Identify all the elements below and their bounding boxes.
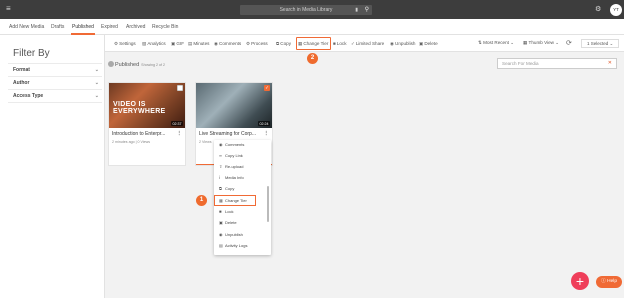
comments-button[interactable]: ◉Comments — [214, 41, 241, 47]
gear-icon[interactable]: ⚙ — [595, 5, 601, 13]
tab-archived[interactable]: Archived — [126, 24, 145, 30]
divider — [8, 102, 102, 103]
divider — [8, 63, 102, 64]
gif-icon: ▣ — [171, 41, 176, 46]
divider — [8, 76, 102, 77]
analytics-button[interactable]: ▧Analytics — [142, 41, 166, 47]
doc-icon: ▤ — [188, 41, 193, 46]
top-bar: ≡ Search in Media Library ▮ ⚲ ⚙ YT — [0, 0, 624, 19]
more-options-icon[interactable]: ⋮ — [177, 131, 183, 137]
filter-title: Filter By — [13, 48, 50, 59]
showing-count: Showing 2 of 2 — [141, 63, 165, 67]
refresh-icon[interactable]: ⟳ — [566, 39, 572, 47]
more-options-icon[interactable]: ⋮ — [264, 131, 270, 137]
selected-count-button[interactable]: 1 Selected ⌄ — [581, 39, 619, 48]
filter-author[interactable]: Author ⌄ — [13, 80, 99, 86]
limited-share-button[interactable]: ✓Limited Share — [351, 41, 384, 47]
tab-published[interactable]: Published — [71, 24, 95, 35]
callout-badge-2: 2 — [307, 53, 318, 64]
select-checkbox[interactable]: ✓ — [264, 85, 270, 91]
filter-label: Author — [13, 80, 30, 86]
process-button[interactable]: ⚙Process — [246, 41, 268, 47]
gif-button[interactable]: ▣GIF — [171, 41, 184, 47]
comment-icon: ◉ — [214, 41, 219, 46]
close-icon[interactable]: ✕ — [608, 59, 612, 68]
video-thumbnail[interactable]: ✓ 02:24 — [196, 83, 272, 128]
add-media-button[interactable]: + — [571, 272, 589, 290]
change-tier-menu-highlight — [214, 195, 256, 206]
menu-item-re-upload[interactable]: ⇧ Re-upload — [219, 164, 243, 169]
delete-button[interactable]: ▣Delete — [419, 41, 438, 47]
media-card[interactable]: VIDEO IS EVERYWHERE 02:37 Introduction t… — [108, 82, 186, 166]
microphone-icon[interactable]: ▮ — [355, 5, 358, 15]
search-for-media-input[interactable]: Search For Media ✕ — [497, 58, 617, 69]
tab-add-new-media[interactable]: Add New Media — [9, 24, 44, 30]
help-button[interactable]: ⓘ Help — [596, 276, 622, 288]
search-placeholder: Search For Media — [502, 61, 539, 66]
filter-label: Format — [13, 67, 30, 73]
chevron-down-icon: ⌄ — [94, 93, 99, 99]
action-toolbar: ⚙Settings ▧Analytics ▣GIF ▤Minutes ◉Comm… — [105, 35, 624, 52]
bar-chart-icon: ▧ — [142, 41, 147, 46]
trash-icon: ▣ — [419, 41, 424, 46]
filter-label: Access Type — [13, 93, 44, 99]
copy-icon: ⧉ — [276, 41, 280, 46]
chevron-down-icon: ⌄ — [554, 40, 560, 45]
menu-item-delete[interactable]: ▣ Delete — [219, 220, 237, 225]
view-dropdown[interactable]: ▦ Thumb View ⌄ — [523, 40, 559, 46]
gear-icon: ⚙ — [246, 41, 251, 46]
menu-icon[interactable]: ≡ — [6, 5, 11, 13]
search-placeholder: Search in Media Library — [279, 7, 333, 13]
share-icon: ✓ — [351, 41, 355, 46]
tab-expired[interactable]: Expired — [101, 24, 118, 30]
card-meta: 2 minutes ago | 0 Views — [112, 140, 151, 144]
media-search-input[interactable]: Search in Media Library ▮ ⚲ — [240, 5, 372, 15]
menu-item-copy-link[interactable]: ∞ Copy Link — [219, 153, 243, 158]
minutes-button[interactable]: ▤Minutes — [188, 41, 209, 47]
status-header: Published Showing 2 of 2 — [108, 61, 165, 68]
gear-icon: ⚙ — [114, 41, 119, 46]
menu-item-comments[interactable]: ◉ Comments — [219, 142, 244, 147]
filter-sidebar: Filter By Format ⌄ Author ⌄ Access Type … — [0, 35, 105, 298]
avatar[interactable]: YT — [610, 4, 622, 16]
unpublish-button[interactable]: ◉Unpublish — [390, 41, 415, 47]
sort-dropdown[interactable]: ⇅ Most Recent ⌄ — [478, 40, 514, 46]
chevron-down-icon: ⌄ — [94, 80, 99, 86]
thumbnail-text: VIDEO IS EVERYWHERE — [113, 101, 166, 115]
card-title[interactable]: Introduction to Enterpr... — [112, 131, 165, 137]
filter-access-type[interactable]: Access Type ⌄ — [13, 93, 99, 99]
lock-icon: ■ — [333, 41, 336, 46]
status-label: Published — [115, 62, 140, 68]
search-icon[interactable]: ⚲ — [365, 5, 369, 15]
duration-badge: 02:24 — [258, 121, 270, 126]
settings-button[interactable]: ⚙Settings — [114, 41, 136, 47]
chevron-down-icon: ⌄ — [508, 40, 515, 45]
lock-button[interactable]: ■Lock — [333, 41, 347, 46]
callout-badge-1: 1 — [196, 195, 207, 206]
duration-badge: 02:37 — [171, 121, 183, 126]
menu-item-media-info[interactable]: i Media Info — [219, 175, 244, 180]
tab-drafts[interactable]: Drafts — [51, 24, 64, 30]
menu-item-activity-logs[interactable]: ▤ Activity Logs — [219, 243, 247, 248]
chevron-down-icon: ⌄ — [608, 41, 614, 46]
select-checkbox[interactable] — [177, 85, 183, 91]
menu-item-lock[interactable]: ■ Lock — [219, 209, 233, 214]
video-thumbnail[interactable]: VIDEO IS EVERYWHERE 02:37 — [109, 83, 185, 128]
filter-format[interactable]: Format ⌄ — [13, 67, 99, 73]
tabs-bar: Add New Media Drafts Published Expired A… — [0, 19, 624, 35]
unpublish-icon: ◉ — [390, 41, 395, 46]
change-tier-highlight — [296, 37, 331, 50]
card-title[interactable]: Live Streaming for Corp... — [199, 131, 256, 137]
divider — [8, 89, 102, 90]
tab-recycle-bin[interactable]: Recycle Bin — [152, 24, 178, 30]
menu-scrollbar[interactable] — [267, 186, 269, 222]
menu-item-unpublish[interactable]: ◉ Unpublish — [219, 232, 243, 237]
card-meta: 2 Views — [199, 140, 212, 144]
chevron-down-icon: ⌄ — [94, 67, 99, 73]
menu-item-copy[interactable]: ⧉ Copy — [219, 186, 234, 191]
published-icon — [108, 61, 114, 67]
copy-button[interactable]: ⧉Copy — [276, 41, 291, 46]
